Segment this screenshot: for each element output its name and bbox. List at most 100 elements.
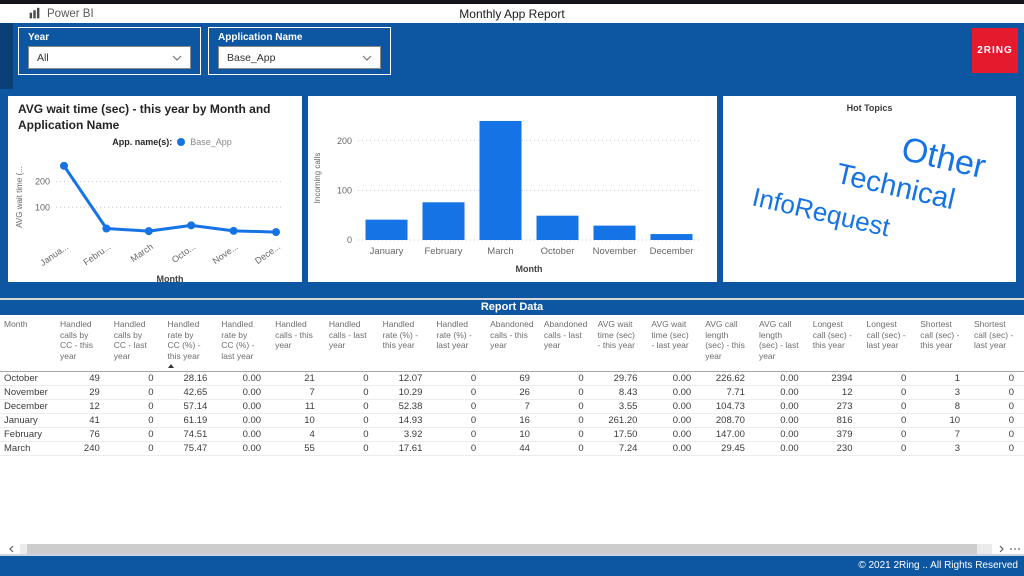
bar-march[interactable]: [480, 121, 522, 240]
column-header[interactable]: AVG wait time (sec) - this year: [594, 315, 648, 371]
value-cell: 104.73: [701, 399, 755, 413]
data-point-february[interactable]: [102, 225, 110, 233]
value-cell: 0: [862, 399, 916, 413]
value-cell: 3.92: [379, 427, 433, 441]
value-cell: 74.51: [164, 427, 218, 441]
svg-text:AVG wait time (...: AVG wait time (...: [15, 166, 24, 228]
svg-text:200: 200: [35, 177, 50, 187]
column-header[interactable]: Longest call (sec) - last year: [862, 315, 916, 371]
bar-december[interactable]: [651, 234, 693, 240]
value-cell: 12.07: [379, 371, 433, 385]
value-cell: 0.00: [647, 441, 701, 455]
value-cell: 0.00: [217, 413, 271, 427]
bar-chart-panel: 0100200JanuaryFebruaryMarchOctoberNovemb…: [308, 96, 717, 282]
data-point-january[interactable]: [60, 162, 68, 170]
column-header[interactable]: AVG call length (sec) - last year: [755, 315, 809, 371]
value-cell: 3.55: [594, 399, 648, 413]
footer-copyright: © 2021 2Ring .. All Rights Reserved: [0, 556, 1024, 576]
column-header[interactable]: Shortest call (sec) - last year: [970, 315, 1024, 371]
bar-chart-svg: 0100200JanuaryFebruaryMarchOctoberNovemb…: [308, 100, 710, 278]
data-point-december[interactable]: [272, 228, 280, 236]
data-point-march[interactable]: [145, 227, 153, 235]
value-cell: 10: [916, 413, 970, 427]
value-cell: 816: [809, 413, 863, 427]
value-cell: 0: [432, 427, 486, 441]
wordcloud-title: Hot Topics: [723, 96, 1016, 113]
column-header[interactable]: Handled calls - last year: [325, 315, 379, 371]
month-cell: December: [0, 399, 56, 413]
column-header[interactable]: Handled calls by CC - last year: [110, 315, 164, 371]
year-dropdown[interactable]: All: [28, 46, 191, 69]
column-header[interactable]: Handled rate (%) - this year: [379, 315, 433, 371]
value-cell: 76: [56, 427, 110, 441]
value-cell: 0.00: [755, 441, 809, 455]
line-chart-title: AVG wait time (sec) - this year by Month…: [8, 96, 302, 133]
overflow-dots-icon[interactable]: [1010, 548, 1020, 550]
table-body: October49028.160.0021012.07069029.760.00…: [0, 371, 1024, 455]
bar-january[interactable]: [366, 220, 408, 240]
powerbi-logo-icon: [28, 7, 41, 20]
value-cell: 0: [862, 413, 916, 427]
column-header[interactable]: Abandoned calls - this year: [486, 315, 540, 371]
column-header[interactable]: Longest call (sec) - this year: [809, 315, 863, 371]
title-bar: Power BI Monthly App Report: [0, 4, 1024, 23]
value-cell: 261.20: [594, 413, 648, 427]
report-data-title: Report Data: [0, 300, 1024, 315]
value-cell: 208.70: [701, 413, 755, 427]
value-cell: 0: [540, 371, 594, 385]
powerbi-brand: Power BI: [28, 4, 94, 23]
table-row: December12057.140.0011052.380703.550.001…: [0, 399, 1024, 413]
column-header[interactable]: Handled rate by CC (%) - last year: [217, 315, 271, 371]
bar-february[interactable]: [423, 202, 465, 240]
line-chart-panel: AVG wait time (sec) - this year by Month…: [8, 96, 302, 282]
value-cell: 52.38: [379, 399, 433, 413]
value-cell: 0: [862, 427, 916, 441]
column-header[interactable]: Abandoned calls - last year: [540, 315, 594, 371]
column-header[interactable]: Handled rate (%) - last year: [432, 315, 486, 371]
value-cell: 29.45: [701, 441, 755, 455]
value-cell: 0.00: [755, 427, 809, 441]
column-header[interactable]: Handled calls - this year: [271, 315, 325, 371]
column-header[interactable]: Month: [0, 315, 56, 371]
value-cell: 69: [486, 371, 540, 385]
value-cell: 4: [271, 427, 325, 441]
value-cell: 0.00: [755, 413, 809, 427]
value-cell: 0: [325, 427, 379, 441]
wordcloud-area: InfoRequestTechnicalOther: [723, 113, 1016, 273]
application-dropdown[interactable]: Base_App: [218, 46, 381, 69]
legend-dot-icon: [177, 138, 185, 146]
bar-november[interactable]: [594, 226, 636, 240]
value-cell: 16: [486, 413, 540, 427]
value-cell: 0: [862, 371, 916, 385]
data-point-october[interactable]: [187, 222, 195, 230]
scrollbar-thumb[interactable]: [27, 544, 977, 554]
scrollbar-track[interactable]: [20, 544, 992, 554]
svg-text:100: 100: [337, 185, 352, 195]
month-cell: March: [0, 441, 56, 455]
value-cell: 42.65: [164, 385, 218, 399]
value-cell: 0: [862, 385, 916, 399]
value-cell: 0.00: [217, 427, 271, 441]
page-title: Monthly App Report: [0, 7, 1024, 21]
column-header[interactable]: AVG call length (sec) - this year: [701, 315, 755, 371]
data-point-november[interactable]: [230, 227, 238, 235]
value-cell: 0.00: [755, 371, 809, 385]
brand-label: Power BI: [47, 8, 94, 20]
svg-text:Month: Month: [157, 274, 184, 282]
svg-text:November: November: [593, 246, 637, 257]
chevron-down-icon: [362, 55, 372, 61]
line-chart-svg: 100200Janua...Febru...MarchOcto...Nove..…: [12, 149, 294, 282]
value-cell: 0: [110, 371, 164, 385]
wordcloud-panel: Hot Topics InfoRequestTechnicalOther: [723, 96, 1016, 282]
value-cell: 0: [540, 399, 594, 413]
value-cell: 0: [325, 399, 379, 413]
value-cell: 0.00: [647, 385, 701, 399]
column-header[interactable]: AVG wait time (sec) - last year: [647, 315, 701, 371]
column-header[interactable]: Handled calls by CC - this year: [56, 315, 110, 371]
bar-october[interactable]: [537, 216, 579, 240]
value-cell: 0: [970, 371, 1024, 385]
value-cell: 0.00: [217, 441, 271, 455]
report-table: MonthHandled calls by CC - this yearHand…: [0, 315, 1024, 456]
column-header[interactable]: Handled rate by CC (%) - this year: [164, 315, 218, 371]
column-header[interactable]: Shortest call (sec) - this year: [916, 315, 970, 371]
